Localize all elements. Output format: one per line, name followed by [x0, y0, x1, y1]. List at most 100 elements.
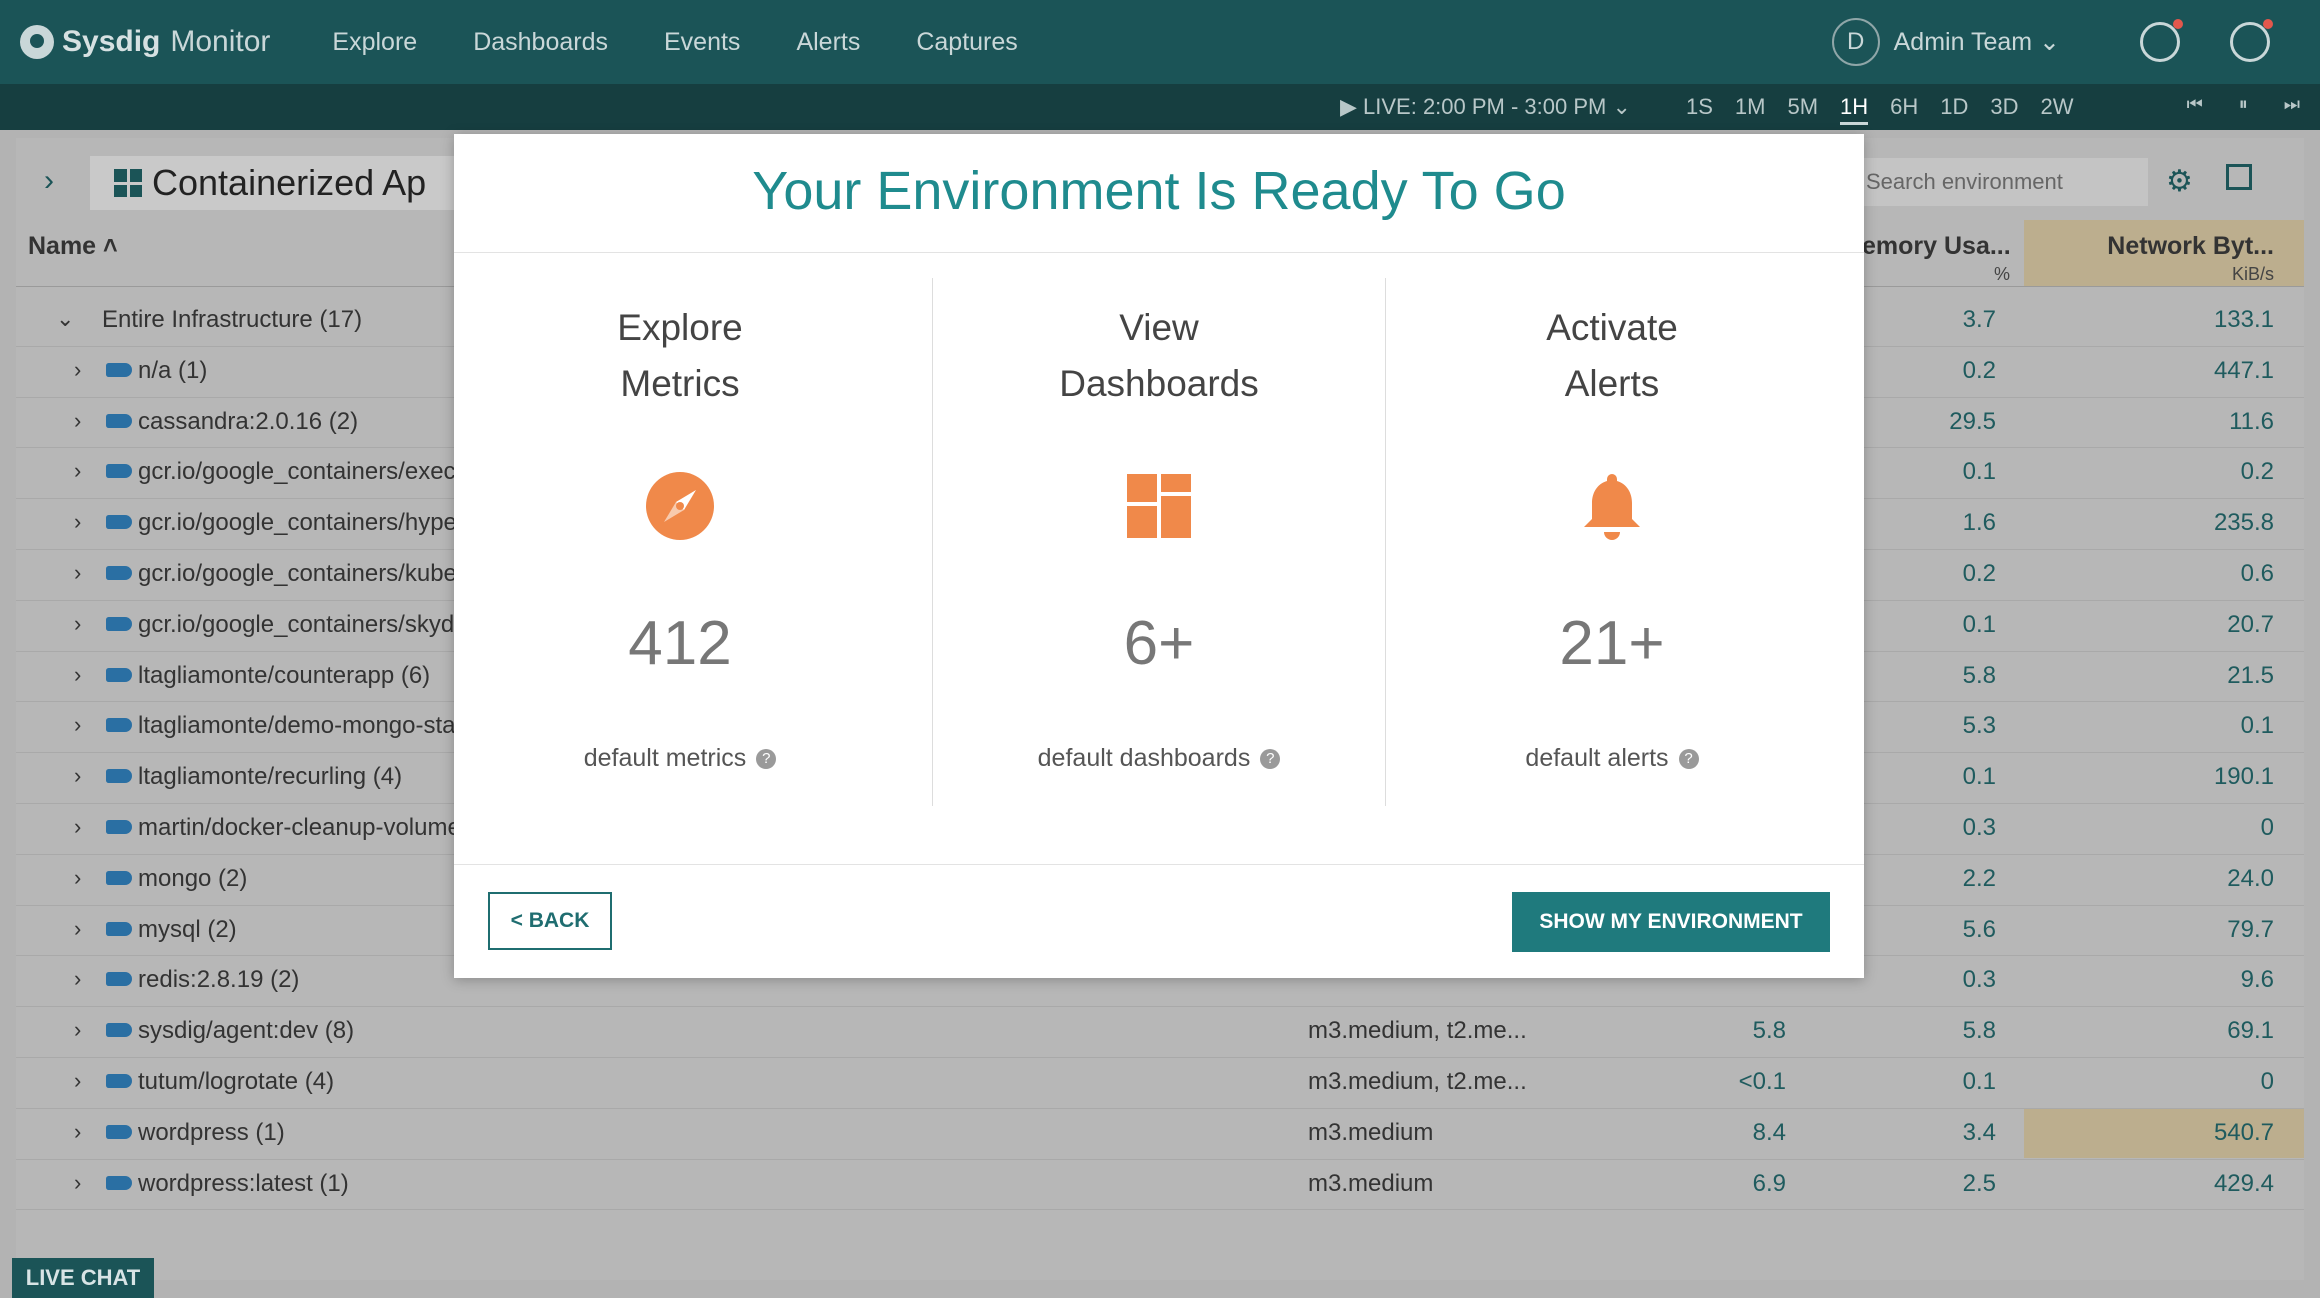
row-network: 0 — [2260, 813, 2274, 841]
table-row[interactable]: › sysdig/agent:dev (8) m3.medium, t2.me...… — [16, 1007, 2304, 1058]
feature-heading: Activate Alerts — [1546, 307, 1678, 404]
row-name: n/a (1) — [138, 356, 208, 384]
expand-chevron-icon[interactable]: › — [74, 966, 81, 992]
sysdig-logo[interactable]: Sysdig Monitor — [20, 25, 270, 59]
docker-icon — [106, 819, 132, 834]
live-chat-button[interactable]: LIVE CHAT — [12, 1258, 154, 1298]
column-memory[interactable]: emory Usa... — [1862, 232, 2011, 261]
row-name: cassandra:2.0.16 (2) — [138, 407, 359, 435]
help-circle-icon[interactable]: ? — [756, 749, 777, 770]
expand-chevron-icon[interactable]: › — [74, 509, 81, 535]
nav-dashboards[interactable]: Dashboards — [473, 28, 608, 57]
column-memory-unit: % — [1994, 264, 2011, 284]
range-1h[interactable]: 1H — [1840, 94, 1869, 125]
row-memory: 2.5 — [1962, 1169, 1996, 1197]
feature-view-dashboards: View Dashboards 6+ default dashboards? — [933, 278, 1385, 806]
expand-chevron-icon[interactable]: › — [74, 662, 81, 688]
row-memory: 0.1 — [1962, 458, 1996, 486]
row-network: 11.6 — [2229, 407, 2274, 435]
row-network: 0.1 — [2240, 712, 2274, 740]
expand-chevron-icon[interactable]: › — [74, 865, 81, 891]
nav-right: D Admin Team ⌄ — [1831, 0, 2320, 84]
expand-chevron-icon[interactable]: › — [74, 1170, 81, 1196]
expand-chevron-icon[interactable]: › — [74, 357, 81, 383]
notifications-icon[interactable] — [2140, 19, 2183, 62]
table-row[interactable]: › wordpress:latest (1) m3.medium 6.9 2.5 429.… — [16, 1160, 2304, 1211]
row-cpu: 6.9 — [1752, 1169, 1786, 1197]
column-network-unit: KiB/s — [2231, 264, 2274, 284]
row-cpu: <0.1 — [1738, 1067, 1786, 1095]
skip-back-icon[interactable]: ⏮ — [2187, 94, 2203, 115]
docker-icon — [106, 1023, 132, 1038]
back-button[interactable]: < BACK — [488, 892, 612, 950]
row-network: 21.5 — [2227, 661, 2274, 689]
range-5m[interactable]: 5M — [1787, 94, 1818, 125]
nav-events[interactable]: Events — [664, 28, 740, 57]
nav-captures[interactable]: Captures — [916, 28, 1017, 57]
expand-chevron-icon[interactable]: › — [74, 712, 81, 738]
expand-chevron-icon[interactable]: › — [74, 1068, 81, 1094]
help-icon[interactable] — [2230, 19, 2273, 62]
table-row[interactable]: › tutum/logrotate (4) m3.medium, t2.me... <… — [16, 1058, 2304, 1109]
expand-chevron-icon[interactable]: › — [74, 611, 81, 637]
range-2w[interactable]: 2W — [2041, 94, 2074, 125]
column-network[interactable]: Network Byt... KiB/s — [2024, 220, 2304, 286]
row-network: 9.6 — [2240, 966, 2274, 994]
expand-chevron-icon[interactable]: › — [74, 814, 81, 840]
expand-chevron-icon[interactable]: › — [74, 916, 81, 942]
gear-icon[interactable]: ⚙ — [2166, 164, 2193, 199]
avatar[interactable]: D — [1831, 18, 1880, 66]
range-1s[interactable]: 1S — [1686, 94, 1713, 125]
row-name: tutum/logrotate (4) — [138, 1067, 335, 1095]
range-1m[interactable]: 1M — [1735, 94, 1766, 125]
nav-alerts[interactable]: Alerts — [796, 28, 860, 57]
range-6h[interactable]: 6H — [1890, 94, 1918, 125]
row-cpu: 8.4 — [1752, 1118, 1786, 1146]
row-network: 79.7 — [2227, 915, 2274, 943]
search-environment-input[interactable]: Search environment — [1836, 158, 2148, 206]
expand-chevron-icon[interactable]: › — [74, 458, 81, 484]
skip-forward-icon[interactable]: ⏭ — [2284, 94, 2300, 115]
row-memory: 0.3 — [1962, 966, 1996, 994]
expand-sidebar-icon[interactable]: › — [44, 164, 54, 198]
docker-icon — [106, 972, 132, 987]
collapse-chevron-icon[interactable]: ⌄ — [56, 306, 74, 332]
kubernetes-icon — [106, 362, 132, 377]
help-dot — [2263, 19, 2273, 29]
docker-icon — [106, 667, 132, 682]
row-memory: 0.1 — [1962, 763, 1996, 791]
live-time-selector[interactable]: ▶ LIVE: 2:00 PM - 3:00 PM ⌄ — [1340, 94, 1631, 120]
nav-explore[interactable]: Explore — [332, 28, 417, 57]
docker-icon — [106, 921, 132, 936]
view-title-box[interactable]: Containerized Ap — [90, 156, 470, 210]
fullscreen-icon[interactable] — [2226, 164, 2252, 190]
view-grid-icon — [114, 169, 142, 197]
range-1d[interactable]: 1D — [1940, 94, 1968, 125]
show-environment-button[interactable]: SHOW MY ENVIRONMENT — [1512, 892, 1830, 952]
range-3d[interactable]: 3D — [1990, 94, 2018, 125]
help-circle-icon[interactable]: ? — [1678, 749, 1699, 770]
docker-icon — [106, 464, 132, 479]
table-row[interactable]: › wordpress (1) m3.medium 8.4 3.4 540.7 — [16, 1108, 2304, 1160]
row-name: gcr.io/google_containers/exech — [138, 458, 469, 486]
expand-chevron-icon[interactable]: › — [74, 1119, 81, 1145]
expand-chevron-icon[interactable]: › — [74, 408, 81, 434]
row-memory: 5.6 — [1962, 915, 1996, 943]
alerts-count: 21+ — [1559, 609, 1665, 678]
row-memory: 3.7 — [1962, 306, 1996, 333]
time-range-buttons: 1S 1M 5M 1H 6H 1D 3D 2W — [1686, 94, 2096, 125]
expand-chevron-icon[interactable]: › — [74, 1017, 81, 1043]
column-name[interactable]: Name ˄ — [28, 232, 118, 261]
row-memory: 2.2 — [1962, 864, 1996, 892]
ready-modal: Your Environment Is Ready To Go Explore M… — [454, 134, 1864, 978]
row-memory: 29.5 — [1949, 407, 1996, 435]
help-circle-icon[interactable]: ? — [1260, 749, 1281, 770]
team-selector[interactable]: Admin Team ⌄ — [1894, 27, 2060, 57]
pause-icon[interactable]: ⏸ — [2239, 94, 2248, 115]
row-name: sysdig/agent:dev (8) — [138, 1017, 355, 1045]
expand-chevron-icon[interactable]: › — [74, 763, 81, 789]
dashboards-count: 6+ — [1123, 609, 1195, 678]
row-instance-type: m3.medium — [1308, 1118, 1434, 1146]
expand-chevron-icon[interactable]: › — [74, 560, 81, 586]
top-nav: Sysdig Monitor Explore Dashboards Events… — [0, 0, 2320, 84]
